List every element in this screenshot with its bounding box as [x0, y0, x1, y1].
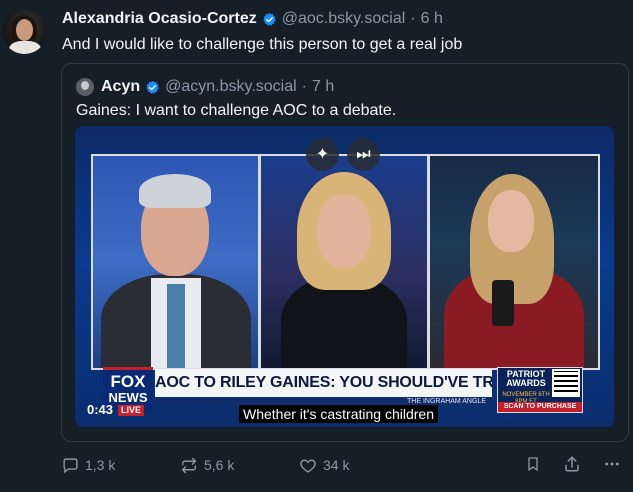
more-dots-icon [605, 462, 619, 466]
video-timestamp: 0:43 [87, 402, 114, 417]
sparkle-icon[interactable]: ✦ [306, 138, 339, 171]
quoted-post-time: 7 h [312, 78, 335, 95]
author-avatar[interactable] [2, 9, 47, 54]
reply-icon [63, 457, 78, 473]
dot-separator: · [410, 10, 416, 27]
quoted-post-text: Gaines: I want to challenge AOC to a deb… [76, 102, 397, 119]
author-name[interactable]: Alexandria Ocasio-Cortez [62, 9, 257, 29]
video-player[interactable]: ✦ ⏭ FOX NEWS AOC TO RILEY GAINES: YOU SHO… [75, 126, 614, 427]
like-button[interactable]: 34 k [299, 455, 349, 475]
post-text: And I would like to challenge this perso… [62, 36, 463, 53]
post-header: Alexandria Ocasio-Cortez @aoc.bsky.socia… [62, 9, 443, 29]
reply-button[interactable]: 1,3 k [62, 455, 115, 475]
share-icon [565, 456, 579, 472]
repost-button[interactable]: 5,6 k [180, 455, 234, 475]
repost-icon [181, 457, 197, 473]
video-panel-center [259, 154, 429, 370]
author-handle[interactable]: @aoc.bsky.social [282, 9, 406, 29]
skip-next-icon[interactable]: ⏭ [347, 138, 380, 171]
quoted-post-card[interactable]: Acyn @acyn.bsky.social · 7 h Gaines: I w… [61, 63, 629, 442]
video-panel-right [428, 154, 600, 370]
repost-count: 5,6 k [204, 457, 235, 473]
quoted-author-handle: @acyn.bsky.social [165, 78, 297, 95]
post-actions: 1,3 k 5,6 k 34 k [0, 455, 633, 477]
share-button[interactable] [563, 455, 581, 478]
live-badge: LIVE [118, 405, 145, 416]
verified-badge-icon [146, 80, 159, 94]
headline-banner: AOC TO RILEY GAINES: YOU SHOULD'VE TRAIN… [155, 369, 492, 397]
quoted-author-name: Acyn [101, 78, 141, 95]
bookmark-icon [528, 457, 538, 471]
reply-count: 1,3 k [85, 457, 116, 473]
video-panel-left [91, 154, 260, 370]
quoted-author-avatar [76, 78, 94, 96]
dot-separator: · [301, 78, 307, 95]
video-caption: Whether it's castrating children [239, 405, 438, 423]
heart-icon [300, 458, 316, 473]
bookmark-button[interactable] [525, 455, 541, 478]
verified-badge-icon [263, 12, 276, 26]
post-time[interactable]: 6 h [421, 9, 443, 29]
like-count: 34 k [323, 457, 350, 473]
promo-box: PATRIOT AWARDS NOVEMBER 6TH 8PM ET SCAN … [497, 367, 583, 413]
quoted-post-header: Acyn @acyn.bsky.social · 7 h [76, 77, 334, 97]
more-options-button[interactable] [602, 455, 622, 478]
qr-code [552, 369, 580, 397]
